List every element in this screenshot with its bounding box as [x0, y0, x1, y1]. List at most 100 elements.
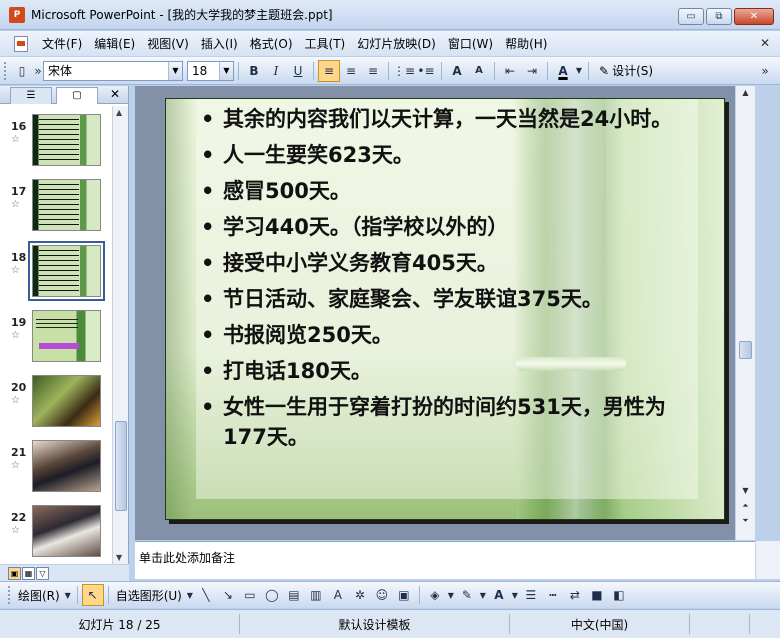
slide-scrollbar[interactable]: ▲ ▼ ⏶ ⏷ [735, 86, 755, 540]
bullet-item[interactable]: 感冒500天。 [201, 176, 701, 206]
font-size-combo[interactable]: 18 ▼ [187, 60, 234, 81]
design-button[interactable]: ✎ 设计(S) [593, 62, 659, 79]
fill-color-icon[interactable]: ◈ [424, 584, 446, 606]
menu-tools[interactable]: 工具(T) [299, 35, 352, 52]
line-color-icon[interactable]: ✎ [456, 584, 478, 606]
align-right-icon[interactable]: ≡ [362, 60, 384, 82]
bullet-item[interactable]: 节日活动、家庭聚会、学友联谊375天。 [201, 284, 701, 314]
bold-button[interactable]: B [243, 60, 265, 82]
wordart-icon[interactable]: A [327, 584, 349, 606]
slide-thumbnail-19[interactable]: 19 ☆ [0, 310, 112, 370]
chevron-down-icon[interactable]: ▼ [168, 61, 182, 80]
bullet-list[interactable]: 其余的内容我们以天计算，一天当然是24小时。 人一生要笑623天。 感冒500天… [201, 104, 701, 458]
slide-thumbnail-18[interactable]: 18 ☆ [0, 241, 112, 305]
bullet-item[interactable]: 其余的内容我们以天计算，一天当然是24小时。 [201, 104, 701, 134]
next-slide-icon[interactable]: ⏷ [739, 516, 752, 528]
bullet-item[interactable]: 人一生要笑623天。 [201, 140, 701, 170]
notes-pane[interactable]: 单击此处添加备注 [135, 541, 755, 579]
picture-icon[interactable]: ▣ [393, 584, 415, 606]
chevron-down-icon[interactable]: ▼ [63, 584, 73, 606]
normal-view-icon[interactable]: ▣ [8, 566, 21, 580]
menu-format[interactable]: 格式(O) [244, 35, 299, 52]
toolbar-options-icon[interactable]: » [33, 60, 43, 82]
bullet-item[interactable]: 接受中小学义务教育405天。 [201, 248, 701, 278]
toolbar-options-icon[interactable]: » [754, 60, 776, 82]
decrease-font-button[interactable]: A [468, 60, 490, 82]
chevron-down-icon[interactable]: ▼ [574, 60, 584, 82]
menu-edit[interactable]: 编辑(E) [88, 35, 141, 52]
oval-icon[interactable]: ◯ [261, 584, 283, 606]
draw-menu-button[interactable]: 绘图(R) [15, 587, 63, 604]
arrow-icon[interactable]: ↘ [217, 584, 239, 606]
new-document-icon[interactable]: ▯ [11, 60, 33, 82]
increase-indent-icon[interactable]: ⇥ [521, 60, 543, 82]
slide-thumbnail-16[interactable]: 16 ☆ [0, 114, 112, 174]
minimize-button[interactable]: ▭ [678, 8, 704, 25]
menu-insert[interactable]: 插入(I) [195, 35, 244, 52]
chevron-down-icon[interactable]: ▼ [219, 61, 233, 80]
slide-thumbnail-17[interactable]: 17 ☆ [0, 179, 112, 239]
scroll-thumb[interactable] [739, 341, 752, 359]
shadow-style-icon[interactable]: ■ [586, 584, 608, 606]
diagram-icon[interactable]: ✲ [349, 584, 371, 606]
slide-sorter-icon[interactable]: ▦ [22, 566, 35, 580]
menu-file[interactable]: 文件(F) [36, 35, 88, 52]
menu-help[interactable]: 帮助(H) [499, 35, 553, 52]
vertical-text-box-icon[interactable]: ▥ [305, 584, 327, 606]
toolbar-grip[interactable] [4, 61, 7, 80]
rectangle-icon[interactable]: ▭ [239, 584, 261, 606]
increase-font-button[interactable]: A [446, 60, 468, 82]
3d-style-icon[interactable]: ◧ [608, 584, 630, 606]
chevron-down-icon[interactable]: ▼ [510, 584, 520, 606]
chevron-down-icon[interactable]: ▼ [478, 584, 488, 606]
line-icon[interactable]: ╲ [195, 584, 217, 606]
toolbar-grip[interactable] [8, 586, 11, 604]
numbering-icon[interactable]: ⋮≡ [393, 60, 415, 82]
slideshow-icon[interactable]: ▽ [36, 566, 49, 580]
bullet-item[interactable]: 学习440天。（指学校以外的） [201, 212, 701, 242]
slides-tab[interactable]: ▢ [56, 87, 98, 104]
outline-tab[interactable]: ☰ [10, 87, 52, 104]
restore-button[interactable]: ⧉ [706, 8, 732, 25]
decrease-indent-icon[interactable]: ⇤ [499, 60, 521, 82]
slides-pane-scrollbar[interactable]: ▲ ▼ [112, 106, 128, 564]
scroll-down-icon[interactable]: ▼ [739, 486, 752, 498]
select-pointer-icon[interactable]: ↖ [81, 584, 104, 606]
font-name-combo[interactable]: 宋体 ▼ [43, 60, 183, 81]
document-close-icon[interactable]: ✕ [760, 36, 770, 50]
menu-window[interactable]: 窗口(W) [442, 35, 499, 52]
clipart-icon[interactable]: ☺ [371, 584, 393, 606]
bullets-icon[interactable]: •≡ [415, 60, 437, 82]
document-icon[interactable] [14, 35, 28, 52]
previous-slide-icon[interactable]: ⏶ [739, 501, 752, 513]
bullet-item[interactable]: 女性一生用于穿着打扮的时间约531天，男性为177天。 [201, 392, 701, 452]
close-button[interactable]: ✕ [734, 8, 774, 25]
notes-scrollbar[interactable] [755, 541, 780, 579]
font-color-icon[interactable]: A [488, 584, 510, 606]
bullet-item[interactable]: 打电话180天。 [201, 356, 701, 386]
arrow-style-icon[interactable]: ⇄ [564, 584, 586, 606]
slide-thumbnail-20[interactable]: 20 ☆ [0, 375, 112, 435]
slide-thumbnail-21[interactable]: 21 ☆ [0, 440, 112, 500]
autoshapes-button[interactable]: 自选图形(U) [113, 587, 185, 604]
font-color-button[interactable]: A [552, 60, 574, 82]
menu-slideshow[interactable]: 幻灯片放映(D) [351, 35, 442, 52]
bullet-item[interactable]: 书报阅览250天。 [201, 320, 701, 350]
align-left-icon[interactable]: ≡ [318, 59, 340, 82]
menu-view[interactable]: 视图(V) [141, 35, 195, 52]
italic-button[interactable]: I [265, 60, 287, 82]
line-style-icon[interactable]: ☰ [520, 584, 542, 606]
scroll-up-icon[interactable]: ▲ [116, 108, 122, 117]
dash-style-icon[interactable]: ┅ [542, 584, 564, 606]
underline-button[interactable]: U [287, 60, 309, 82]
pane-close-icon[interactable]: ✕ [110, 87, 120, 101]
text-box-icon[interactable]: ▤ [283, 584, 305, 606]
chevron-down-icon[interactable]: ▼ [185, 584, 195, 606]
slide-thumbnail-22[interactable]: 22 ☆ [0, 505, 112, 564]
scroll-thumb[interactable] [115, 421, 127, 511]
scroll-down-icon[interactable]: ▼ [116, 553, 122, 562]
slide-canvas[interactable]: 其余的内容我们以天计算，一天当然是24小时。 人一生要笑623天。 感冒500天… [165, 98, 725, 520]
align-center-icon[interactable]: ≡ [340, 60, 362, 82]
chevron-down-icon[interactable]: ▼ [446, 584, 456, 606]
scroll-up-icon[interactable]: ▲ [739, 88, 752, 100]
